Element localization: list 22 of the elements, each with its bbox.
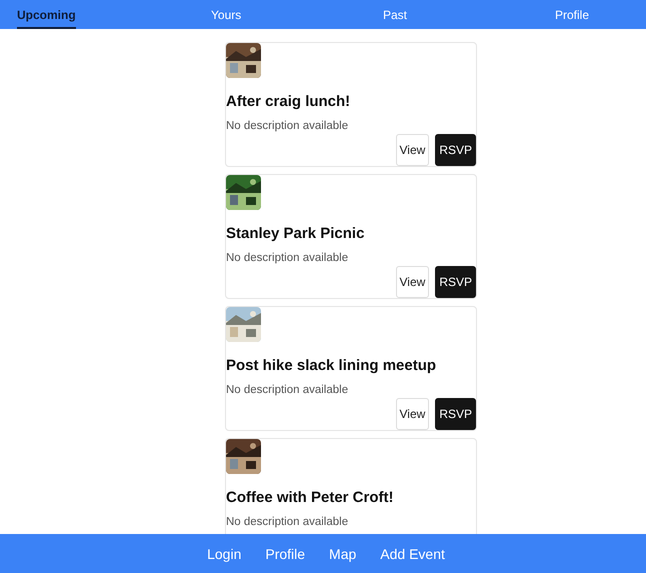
rsvp-button[interactable]: RSVP <box>435 398 476 430</box>
nav-tab[interactable]: Yours <box>211 0 242 29</box>
nav-link[interactable]: Profile <box>265 546 306 562</box>
event-title: After craig lunch! <box>226 93 352 110</box>
event-title: Post hike slack lining meetup <box>226 357 438 374</box>
nav-link[interactable]: Login <box>207 546 242 562</box>
nav-tab[interactable]: Past <box>383 0 408 29</box>
event-title: Stanley Park Picnic <box>226 225 366 242</box>
event-description: No description available <box>226 120 350 132</box>
nav-tab[interactable]: Profile <box>555 0 590 29</box>
nav-tab[interactable]: Upcoming <box>17 0 76 29</box>
event-title: Coffee with Peter Croft! <box>226 489 395 506</box>
view-button[interactable]: View <box>396 398 430 430</box>
rsvp-button[interactable]: RSVP <box>435 134 476 166</box>
nav-link[interactable]: Map <box>329 546 356 562</box>
event-description: No description available <box>226 252 350 264</box>
rsvp-button[interactable]: RSVP <box>435 266 476 298</box>
nav-link[interactable]: Add Event <box>380 546 445 562</box>
event-description: No description available <box>226 384 350 396</box>
view-button[interactable]: View <box>396 266 430 298</box>
view-button[interactable]: View <box>396 134 430 166</box>
event-description: No description available <box>226 516 350 528</box>
